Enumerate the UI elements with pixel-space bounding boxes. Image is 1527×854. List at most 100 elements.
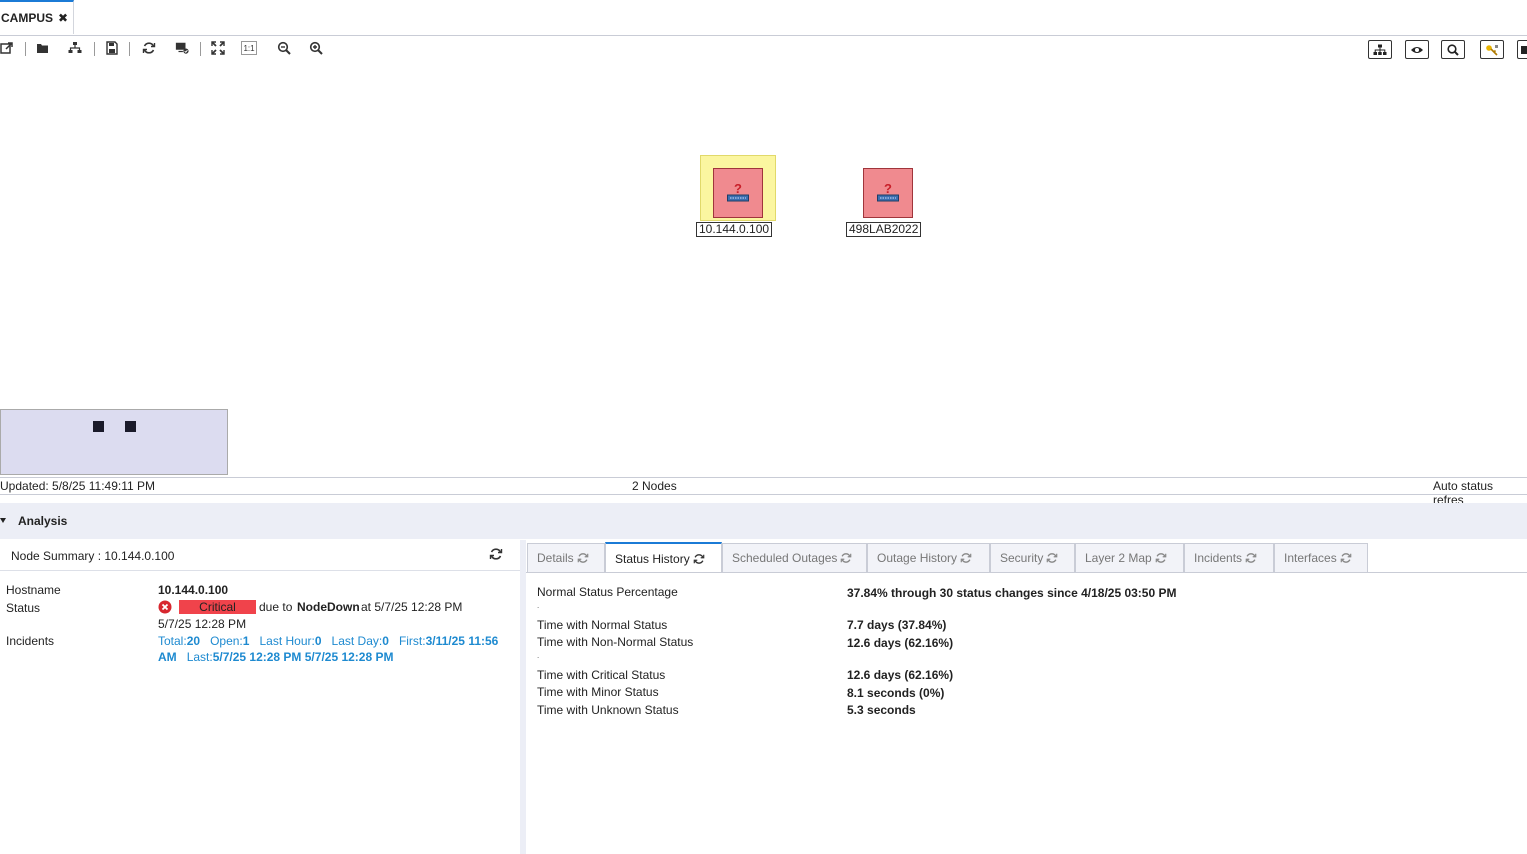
zoom-in-icon[interactable]	[308, 40, 324, 56]
question-icon: ?	[884, 181, 892, 196]
history-value: 12.6 days (62.16%)	[847, 668, 954, 682]
status-due-text: due to	[259, 600, 293, 614]
map-status-icon[interactable]	[173, 40, 190, 56]
incidents-summary-line1[interactable]: Total:20 Open:1 Last Hour:0 Last Day:0 F…	[158, 634, 498, 648]
incidents-last: 5/7/25 12:28 PM 5/7/25 12:28 PM	[212, 650, 394, 664]
incidents-last-day: 0	[382, 634, 389, 648]
history-value: 12.6 days (62.16%)	[847, 636, 954, 650]
incidents-summary-line2[interactable]: AM Last:5/7/25 12:28 PM 5/7/25 12:28 PM	[158, 650, 393, 664]
history-label: Time with Unknown Status	[537, 703, 679, 717]
incidents-last-hour: 0	[314, 634, 322, 648]
incidents-first-label: First:	[398, 634, 426, 648]
refresh-icon[interactable]	[141, 40, 157, 56]
switch-device-icon	[727, 194, 749, 202]
question-icon: ?	[734, 181, 742, 196]
tab-outage-history[interactable]: Outage History	[867, 543, 990, 572]
node-icon[interactable]: ?	[863, 168, 913, 218]
history-value: 8.1 seconds (0%)	[847, 686, 945, 700]
history-value: 5.3 seconds	[847, 703, 916, 717]
row-spacer-dot: .	[537, 601, 540, 610]
refresh-icon	[1340, 552, 1352, 564]
close-icon[interactable]: ✖	[58, 11, 68, 25]
incidents-open-label: Open:	[210, 634, 243, 648]
toolbar-separator	[200, 42, 201, 56]
tab-label: Interfaces	[1284, 551, 1337, 565]
tab-scheduled-outages[interactable]: Scheduled Outages	[722, 543, 867, 572]
hierarchy-icon[interactable]	[67, 40, 83, 56]
refresh-icon[interactable]	[489, 547, 503, 561]
incidents-last-hour-label: Last Hour:	[259, 634, 315, 648]
fit-to-screen-icon[interactable]	[210, 40, 226, 56]
tab-label: Details	[537, 551, 574, 565]
status-cause: NodeDown	[297, 600, 360, 614]
actual-size-label: 1:1	[243, 43, 255, 53]
incidents-last-day-label: Last Day:	[331, 634, 383, 648]
analysis-panel-header[interactable]: Analysis	[0, 503, 1527, 539]
refresh-icon	[693, 553, 705, 565]
overview-node-marker	[93, 421, 104, 432]
critical-status-icon	[158, 600, 172, 614]
refresh-icon	[840, 552, 852, 564]
tab-label: Security	[1000, 551, 1044, 565]
node-count-text: 2 Nodes	[632, 479, 677, 493]
tab-security[interactable]: Security	[990, 543, 1075, 572]
node-summary-header: Node Summary : 10.144.0.100	[0, 540, 520, 571]
toolbar-separator	[94, 42, 95, 56]
map-overview[interactable]	[0, 409, 228, 475]
node-icon[interactable]: ?	[713, 168, 763, 218]
toolbar-separator	[129, 42, 130, 56]
status-time-secondary: 5/7/25 12:28 PM	[158, 617, 247, 631]
history-value: 37.84% through 30 status changes since 4…	[847, 586, 1177, 600]
incidents-last-label: Last:	[186, 650, 213, 664]
map-status-bar: Updated: 5/8/25 11:49:11 PM 2 Nodes Auto…	[0, 477, 1527, 507]
tab-label: Status History	[615, 551, 690, 566]
analysis-tabs-pane: Details Status History Scheduled Outages…	[526, 540, 1527, 854]
tab-divider	[526, 572, 1527, 573]
view-tab-bar: CAMPUS ✖	[0, 0, 1527, 36]
tab-status-history[interactable]: Status History	[605, 542, 722, 573]
history-label: Time with Non-Normal Status	[537, 635, 694, 649]
incidents-first-ampm: AM	[158, 650, 177, 664]
hostname-value: 10.144.0.100	[158, 583, 229, 597]
history-label: Time with Minor Status	[537, 685, 659, 699]
tab-details[interactable]: Details	[527, 543, 605, 572]
node-label[interactable]: 10.144.0.100	[696, 222, 773, 237]
save-icon[interactable]	[104, 40, 120, 56]
zoom-out-icon[interactable]	[276, 40, 292, 56]
collapse-triangle-icon[interactable]	[0, 518, 6, 524]
status-time: at 5/7/25 12:28 PM	[361, 600, 463, 614]
tab-label: Scheduled Outages	[732, 551, 838, 565]
tab-label: Incidents	[1194, 551, 1243, 565]
history-label: Time with Critical Status	[537, 668, 666, 682]
incidents-total-label: Total:	[158, 634, 187, 648]
refresh-icon	[577, 552, 589, 564]
refresh-icon	[1155, 552, 1167, 564]
node-label[interactable]: 498LAB2022	[846, 222, 922, 237]
status-badge: Critical	[179, 600, 256, 614]
incidents-first: 3/11/25 11:56	[425, 634, 499, 648]
tab-incidents[interactable]: Incidents	[1184, 543, 1274, 572]
node-summary-pane: Node Summary : 10.144.0.100 Hostname 10.…	[0, 540, 520, 854]
tab-campus[interactable]: CAMPUS ✖	[0, 0, 74, 34]
refresh-icon	[1245, 552, 1257, 564]
incidents-total: 20	[186, 634, 201, 648]
tab-interfaces[interactable]: Interfaces	[1274, 543, 1368, 572]
last-updated-text: Updated: 5/8/25 11:49:11 PM	[0, 479, 155, 493]
tab-label: Outage History	[877, 551, 958, 565]
incidents-open: 1	[242, 634, 250, 648]
switch-device-icon	[877, 194, 899, 202]
refresh-icon	[960, 552, 972, 564]
status-label: Status	[6, 601, 41, 615]
actual-size-icon[interactable]: 1:1	[241, 41, 257, 55]
open-external-icon[interactable]	[0, 40, 14, 56]
overview-node-marker	[125, 421, 136, 432]
history-value: 7.7 days (37.84%)	[847, 618, 947, 632]
refresh-icon	[1046, 552, 1058, 564]
tab-label: Layer 2 Map	[1085, 551, 1152, 565]
folder-open-icon[interactable]	[35, 40, 51, 56]
tab-layer2-map[interactable]: Layer 2 Map	[1075, 543, 1184, 572]
node-summary-title: Node Summary : 10.144.0.100	[11, 549, 175, 563]
toolbar-separator	[25, 42, 26, 56]
history-label: Normal Status Percentage	[537, 585, 678, 599]
incidents-label: Incidents	[6, 634, 55, 648]
